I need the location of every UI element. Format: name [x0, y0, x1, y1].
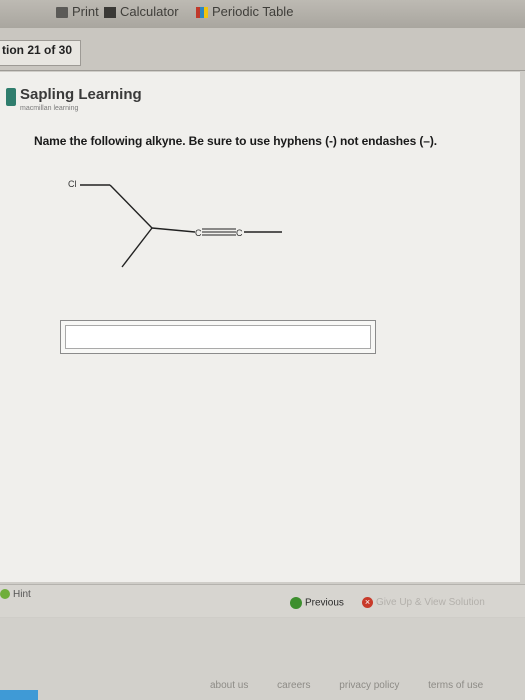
previous-label: Previous — [305, 597, 344, 609]
give-up-button[interactable]: × Give Up & View Solution — [362, 597, 485, 608]
alkyne-structure: Cl C C — [68, 179, 282, 268]
periodic-table-label: Periodic Table — [212, 4, 294, 19]
calculator-icon — [104, 7, 116, 19]
hint-button[interactable]: Hint — [0, 589, 31, 600]
answer-input[interactable] — [65, 325, 371, 349]
periodic-table-icon — [196, 7, 208, 19]
answer-container — [60, 320, 376, 354]
give-up-label: Give Up & View Solution — [376, 597, 485, 609]
atom-label-c2: C — [236, 228, 243, 238]
bond-2 — [121, 227, 153, 268]
action-bar: Hint Previous × Give Up & View Solution — [0, 584, 525, 617]
top-toolbar: Print Calculator Periodic Table — [0, 0, 525, 29]
previous-button[interactable]: Previous — [290, 597, 344, 609]
brand-subtitle: macmillan learning — [20, 105, 79, 112]
page-footer: about us careers privacy policy terms of… — [0, 618, 525, 700]
calculator-label: Calculator — [120, 4, 179, 19]
footer-link-privacy[interactable]: privacy policy — [339, 680, 399, 691]
footer-link-terms[interactable]: terms of use — [428, 680, 483, 691]
atom-label-cl: Cl — [68, 179, 77, 189]
print-label: Print — [72, 4, 99, 19]
printer-icon — [56, 7, 68, 19]
triple-bond — [202, 228, 236, 236]
footer-link-careers[interactable]: careers — [277, 680, 310, 691]
hint-label: Hint — [13, 589, 31, 600]
close-circle-icon: × — [362, 597, 373, 608]
print-tool[interactable]: Print — [56, 4, 99, 19]
calculator-tool[interactable]: Calculator — [104, 4, 179, 19]
taskbar-tab[interactable] — [0, 690, 38, 700]
atom-label-c1: C — [195, 228, 202, 238]
bond-1 — [109, 184, 153, 229]
sapling-leaf-icon — [6, 88, 16, 106]
previous-arrow-icon — [290, 597, 302, 609]
bond-3 — [151, 227, 196, 233]
question-bar: tion 21 of 30 — [0, 28, 525, 71]
question-panel: Sapling Learning macmillan learning Name… — [0, 72, 520, 582]
question-counter: tion 21 of 30 — [0, 40, 82, 66]
footer-links: about us careers privacy policy terms of… — [210, 680, 509, 691]
question-prompt: Name the following alkyne. Be sure to us… — [34, 134, 437, 148]
brand-name: Sapling Learning — [20, 86, 142, 103]
periodic-table-tool[interactable]: Periodic Table — [196, 4, 293, 19]
hint-icon — [0, 589, 10, 600]
footer-link-about[interactable]: about us — [210, 680, 248, 691]
